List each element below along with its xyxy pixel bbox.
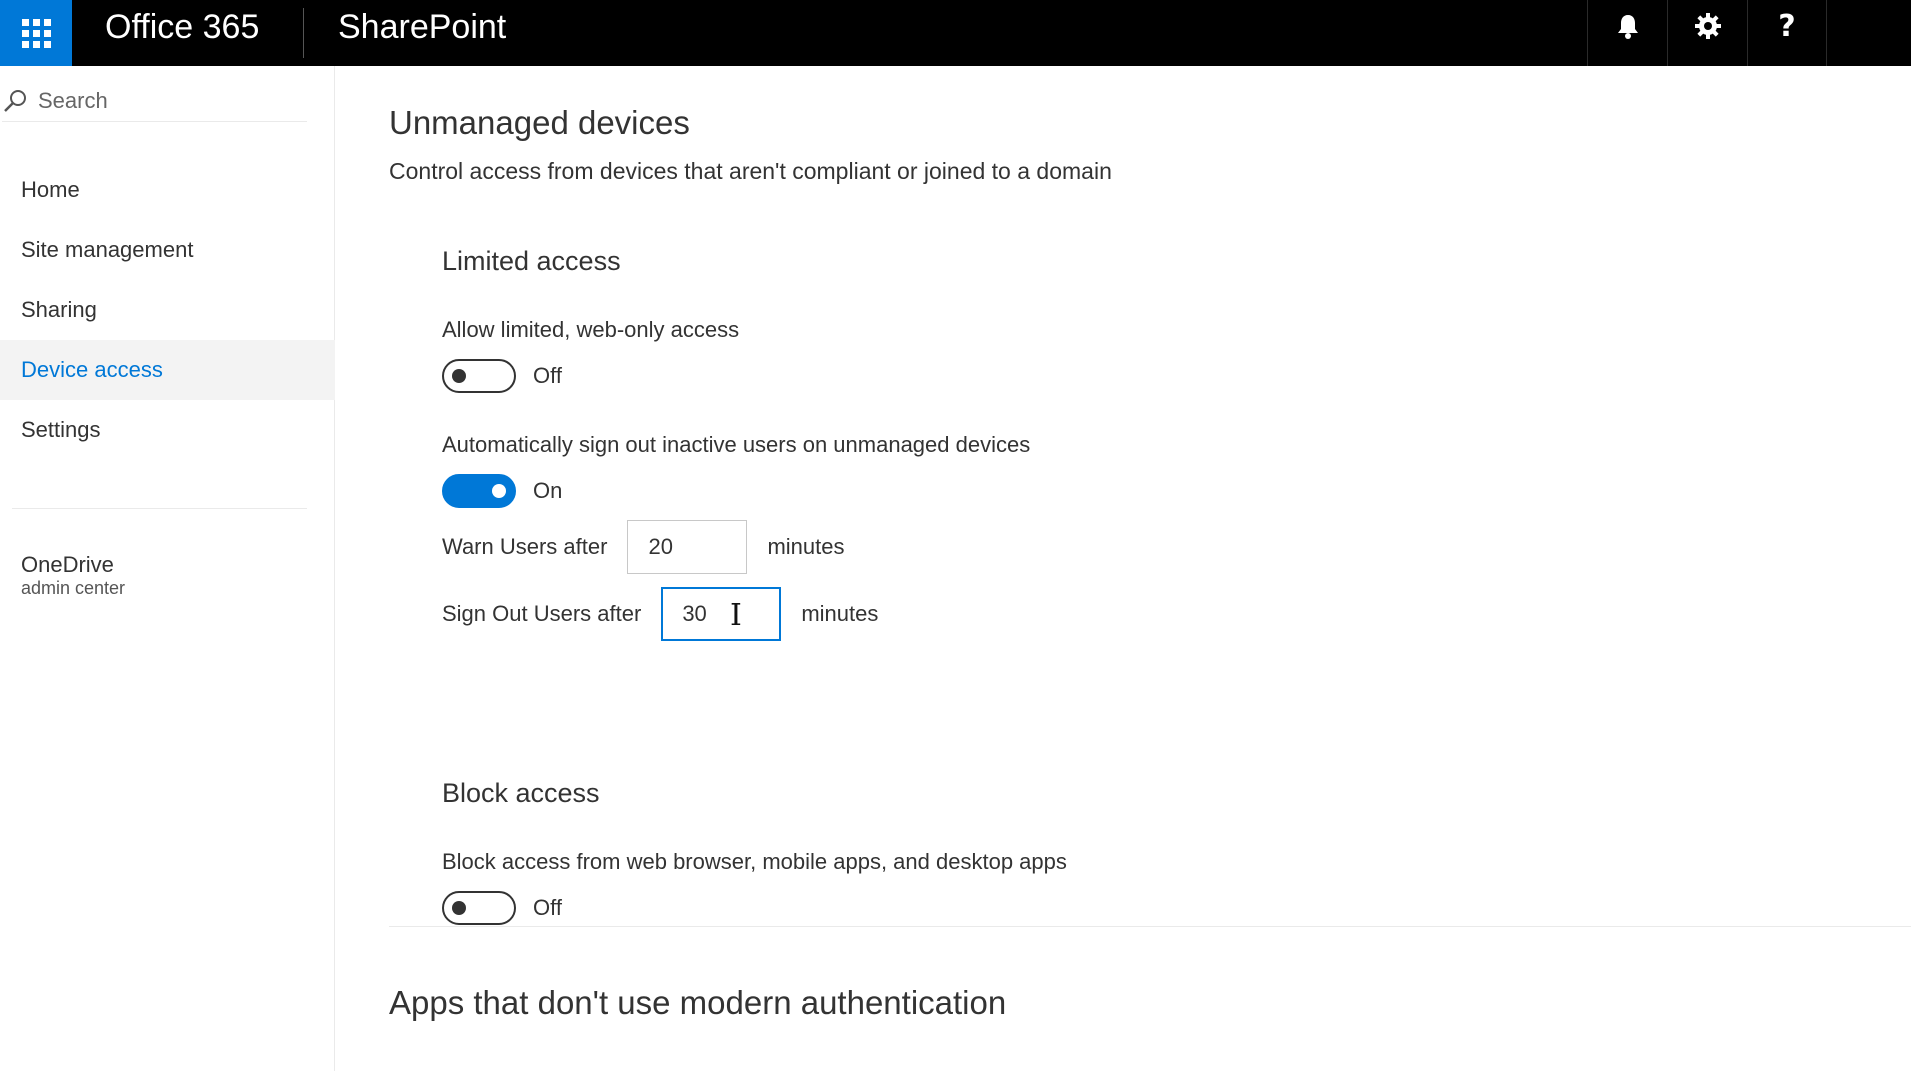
sidebar-item-home[interactable]: Home <box>0 160 335 220</box>
search-icon <box>2 88 28 114</box>
warn-users-label: Warn Users after <box>442 534 608 559</box>
section-divider <box>389 926 1911 927</box>
toggle-knob <box>492 484 506 498</box>
sidebar-item-settings[interactable]: Settings <box>0 400 335 460</box>
auto-signout-toggle-row: On <box>442 474 562 508</box>
auto-signout-toggle[interactable] <box>442 474 516 508</box>
help-button[interactable]: ? <box>1747 0 1827 66</box>
limited-access-heading: Limited access <box>442 246 621 276</box>
allow-limited-access-state: Off <box>533 363 562 388</box>
warn-users-row: Warn Users after minutes <box>442 520 845 574</box>
warn-users-unit: minutes <box>767 534 845 559</box>
header-divider <box>303 8 304 58</box>
page-description: Control access from devices that aren't … <box>389 158 1112 184</box>
block-access-label: Block access from web browser, mobile ap… <box>442 849 1067 874</box>
warn-users-input[interactable] <box>627 520 748 574</box>
toggle-knob <box>452 369 466 383</box>
page-title: Unmanaged devices <box>389 104 690 141</box>
app-launcher-icon <box>21 18 51 48</box>
sidebar-item-sharing[interactable]: Sharing <box>0 280 335 340</box>
app-launcher-button[interactable] <box>0 0 72 66</box>
nav-divider <box>12 508 307 509</box>
block-access-heading: Block access <box>442 778 600 808</box>
nav-list: Home Site management Sharing Device acce… <box>0 160 335 460</box>
auto-signout-state: On <box>533 478 563 503</box>
suite-header: Office 365 SharePoint ? <box>0 0 1911 66</box>
onedrive-title: OneDrive <box>21 552 114 577</box>
bell-icon <box>1617 15 1638 39</box>
apps-modern-auth-heading: Apps that don't use modern authenticatio… <box>389 984 1007 1021</box>
toggle-knob <box>452 901 466 915</box>
app-name[interactable]: SharePoint <box>338 0 506 66</box>
allow-limited-access-label: Allow limited, web-only access <box>442 317 740 342</box>
office365-brand[interactable]: Office 365 <box>105 0 259 66</box>
header-actions: ? <box>1587 0 1827 66</box>
notifications-button[interactable] <box>1587 0 1667 66</box>
main-content: Unmanaged devices Control access from de… <box>335 66 1911 1071</box>
onedrive-admin-center-link[interactable]: OneDrive admin center <box>21 552 125 598</box>
onedrive-subtitle: admin center <box>21 578 126 598</box>
sidebar-item-device-access[interactable]: Device access <box>0 340 335 400</box>
signout-users-label: Sign Out Users after <box>442 601 642 626</box>
auto-signout-label: Automatically sign out inactive users on… <box>442 432 1031 457</box>
search-box[interactable] <box>2 80 307 122</box>
signout-users-unit: minutes <box>801 601 879 626</box>
help-icon: ? <box>1778 8 1796 44</box>
block-access-toggle[interactable] <box>442 891 516 925</box>
signout-users-row: Sign Out Users after minutes <box>442 587 878 641</box>
signout-users-input[interactable] <box>661 587 782 641</box>
block-access-state: Off <box>533 895 562 920</box>
gear-icon <box>1694 13 1721 39</box>
sidebar-item-site-management[interactable]: Site management <box>0 220 335 280</box>
allow-limited-access-toggle-row: Off <box>442 359 562 393</box>
settings-button[interactable] <box>1667 0 1747 66</box>
search-input[interactable] <box>38 87 288 114</box>
block-access-toggle-row: Off <box>442 891 562 925</box>
allow-limited-access-toggle[interactable] <box>442 359 516 393</box>
left-navigation: Home Site management Sharing Device acce… <box>0 66 335 1071</box>
text-cursor-icon: I <box>730 598 742 633</box>
